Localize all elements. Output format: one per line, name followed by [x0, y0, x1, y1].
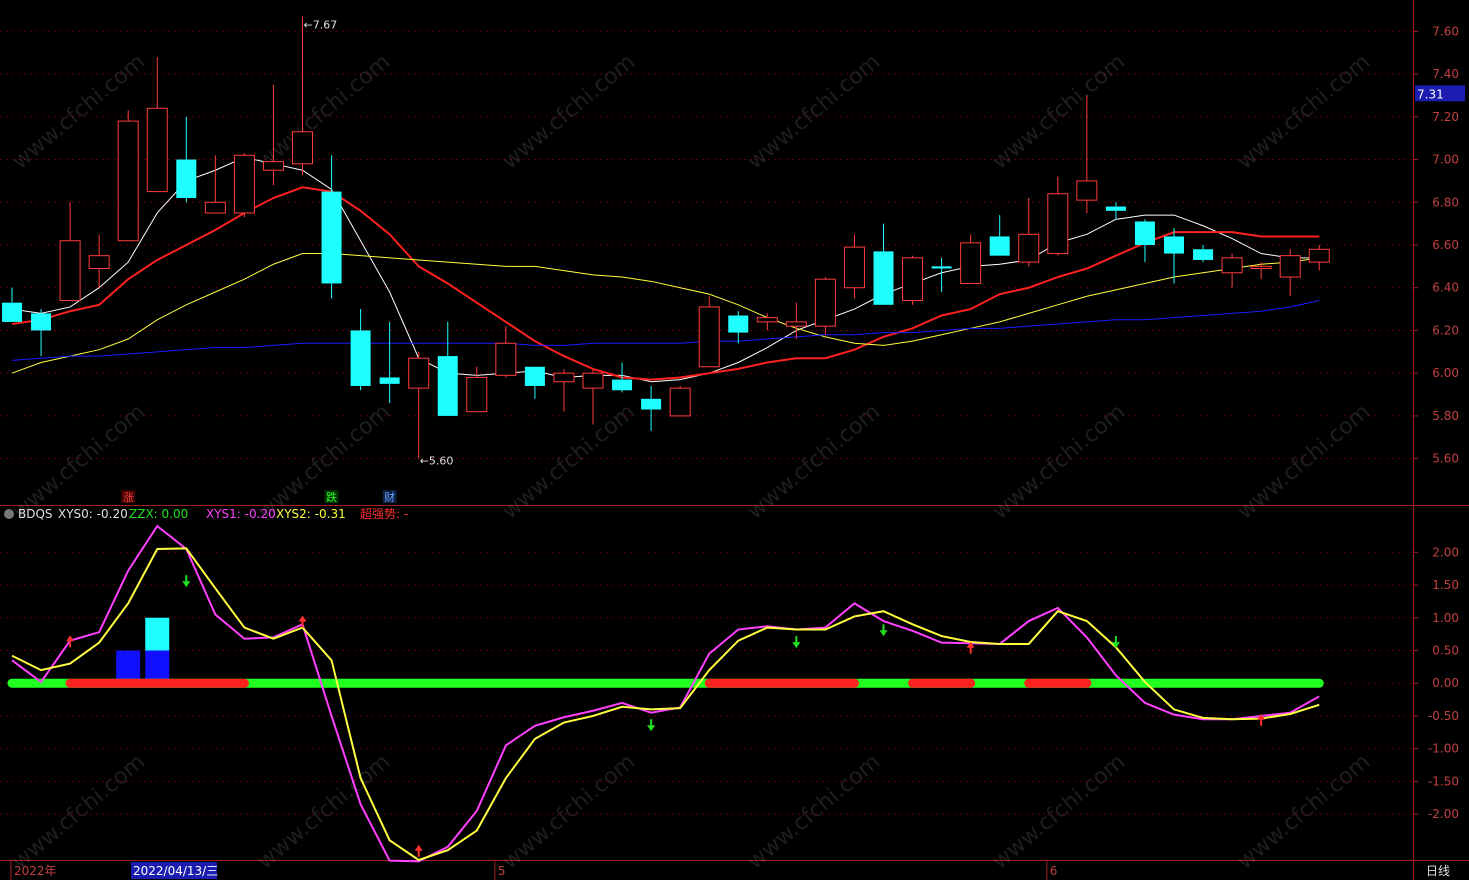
candle-body: [495, 342, 517, 376]
candle-body: [873, 251, 894, 305]
price-tick-label: 7.60: [1432, 24, 1459, 38]
candle-body: [902, 257, 924, 302]
price-tick-label: 7.40: [1432, 67, 1459, 81]
period-label[interactable]: 日线: [1426, 864, 1450, 878]
x-tick-label: 5: [498, 864, 506, 878]
indicator-tick-label: 1.00: [1432, 611, 1459, 625]
candle-body: [843, 246, 865, 289]
price-tick-label: 5.80: [1432, 409, 1459, 423]
indicator-tick-label: 1.50: [1432, 578, 1459, 592]
price-tick-label: 5.60: [1432, 452, 1459, 466]
price-tick-label: 6.00: [1432, 366, 1459, 380]
candle-body: [466, 376, 488, 413]
candle-body: [117, 120, 139, 242]
low-annotation: ←5.60: [420, 455, 454, 468]
candle-body: [176, 159, 197, 198]
candle-body: [1076, 180, 1098, 201]
candle-body: [669, 387, 691, 417]
candle[interactable]: [698, 296, 720, 368]
candle-body: [1018, 233, 1040, 263]
candle-body: [1105, 206, 1126, 211]
candle-body: [756, 317, 778, 323]
indicator-bar: [116, 650, 141, 684]
indicator-menu-icon[interactable]: [4, 509, 14, 519]
candle-body: [1221, 257, 1243, 274]
candle-body: [2, 302, 22, 322]
candle-body: [1250, 265, 1272, 270]
candle[interactable]: [902, 255, 924, 305]
candle-body: [88, 255, 110, 270]
indicator-value-zzx: ZZX: 0.00: [129, 507, 188, 521]
price-tick-label: 6.40: [1432, 281, 1459, 295]
indicator-value-超强势: 超强势: -: [360, 506, 408, 521]
price-tick-label: 7.00: [1432, 153, 1459, 167]
candle-body: [262, 161, 284, 171]
indicator-bar: [145, 650, 170, 684]
indicator-tick-label: -0.50: [1428, 709, 1459, 723]
event-tag-label[interactable]: 财: [384, 490, 395, 504]
candle-body: [1279, 255, 1301, 278]
indicator-title: BDQS: [18, 507, 53, 521]
candle-body: [59, 240, 81, 302]
candle-body: [612, 379, 633, 391]
candle-body: [437, 356, 458, 416]
indicator-tick-label: 0.50: [1432, 643, 1459, 657]
candle-body: [582, 372, 604, 389]
candle-body: [641, 398, 662, 410]
event-tag-label[interactable]: 跌: [326, 490, 337, 504]
candle-body: [146, 107, 168, 193]
candle-body: [524, 366, 545, 386]
candle-body: [1193, 249, 1214, 260]
candle-body: [408, 357, 430, 389]
candle-body: [814, 278, 836, 327]
candle-body: [553, 372, 575, 383]
candle-body: [698, 306, 720, 368]
candle[interactable]: [814, 277, 836, 335]
indicator-bar: [145, 617, 170, 651]
candle-body: [989, 236, 1010, 256]
cursor-date-label: 2022/04/13/三: [133, 864, 218, 878]
last-price-label: 7.31: [1417, 87, 1444, 101]
candle-body: [233, 154, 255, 214]
price-tick-label: 6.60: [1432, 238, 1459, 252]
candle-body: [785, 321, 807, 327]
chart-background: [0, 0, 1469, 880]
candle-body: [1164, 236, 1184, 254]
indicator-tick-label: -1.00: [1428, 742, 1459, 756]
indicator-tick-label: 0.00: [1432, 676, 1459, 690]
candle-body: [1308, 248, 1330, 263]
price-tick-label: 7.20: [1432, 110, 1459, 124]
indicator-tick-label: 2.00: [1432, 545, 1459, 559]
indicator-value-xys1: XYS1: -0.20: [206, 507, 276, 521]
candle-body: [728, 315, 749, 333]
x-tick-label: 2022年: [14, 864, 57, 878]
candle-body: [350, 330, 371, 386]
x-tick-label: 6: [1050, 864, 1058, 878]
candle-body: [321, 191, 342, 284]
indicator-value-xys0: XYS0: -0.20: [58, 507, 128, 521]
high-annotation: ←7.67: [304, 18, 338, 31]
candle[interactable]: [117, 110, 139, 242]
event-tag-label[interactable]: 涨: [123, 491, 134, 504]
candle[interactable]: [233, 153, 255, 218]
price-tick-label: 6.20: [1432, 323, 1459, 337]
candle[interactable]: [669, 386, 691, 417]
indicator-value-xys2: XYS2: -0.31: [276, 507, 346, 521]
indicator-tick-label: -2.00: [1428, 807, 1459, 821]
stock-chart[interactable]: 7.60 7.40 7.20 7.00 6.80 6.60 6.40 6.20 6.00 5.80…: [0, 0, 1469, 880]
price-tick-label: 6.80: [1432, 195, 1459, 209]
indicator-tick-label: -1.50: [1428, 774, 1459, 788]
candle-body: [960, 242, 982, 284]
candle-body: [1134, 221, 1155, 245]
candle-body: [931, 266, 952, 269]
candle-body: [292, 131, 313, 165]
candle-body: [31, 313, 52, 331]
candle-body: [204, 201, 226, 214]
candle-body: [379, 377, 400, 384]
candle-body: [1047, 193, 1069, 255]
